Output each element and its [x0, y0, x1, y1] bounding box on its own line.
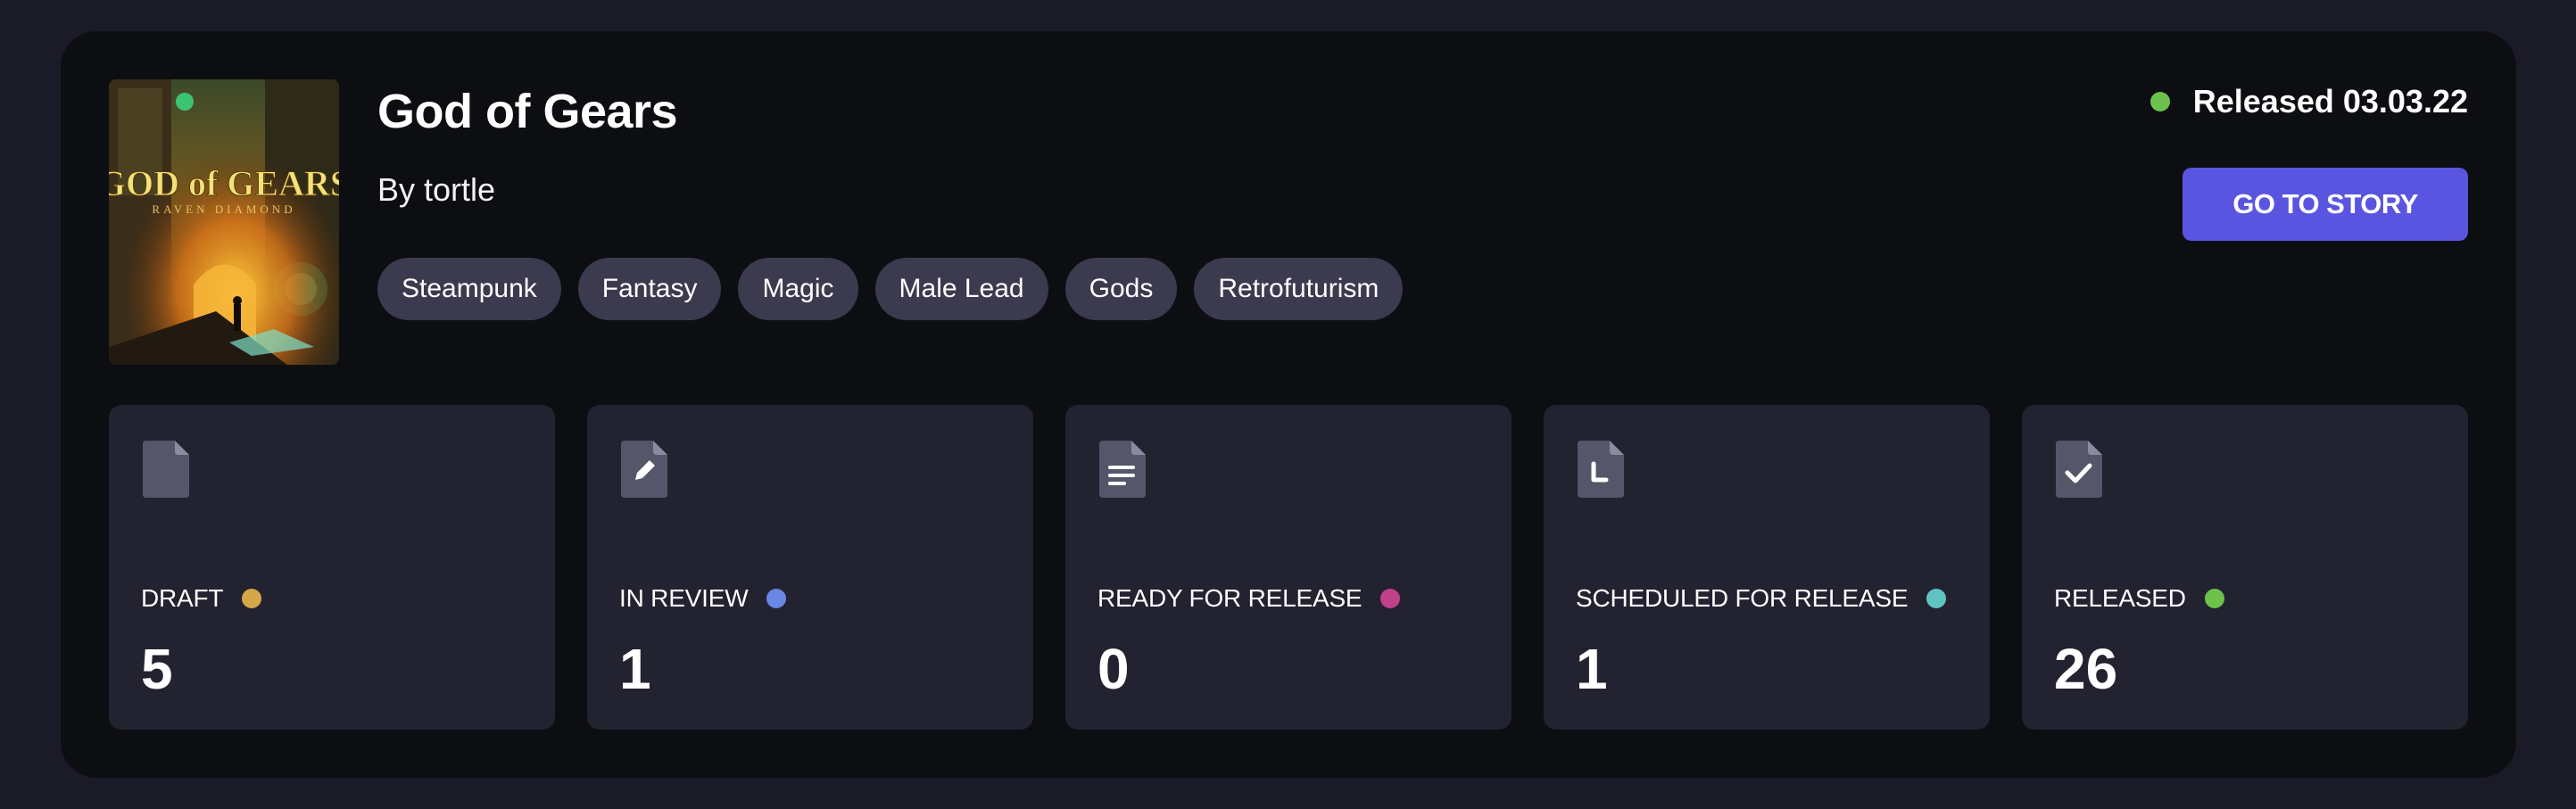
stat-count: 5 [141, 637, 173, 701]
cover-subtitle-text: RAVEN DIAMOND [152, 202, 295, 216]
stat-label: IN REVIEW [619, 584, 749, 612]
tag-chip[interactable]: Retrofuturism [1194, 258, 1404, 320]
tag-chip[interactable]: Magic [738, 258, 858, 320]
tag-chip[interactable]: Gods [1064, 258, 1178, 320]
stat-card-ready-for-release[interactable]: READY FOR RELEASE 0 [1065, 405, 1512, 730]
status-dot-icon [2149, 92, 2170, 111]
story-card: GOD of GEARS RAVEN DIAMOND God of Gears … [61, 31, 2516, 778]
stat-label: RELEASED [2054, 584, 2186, 612]
text-document-icon [1099, 441, 1146, 498]
stat-card-in-review[interactable]: IN REVIEW 1 [587, 405, 1033, 730]
status-dot-icon [2204, 589, 2224, 608]
blank-document-icon [143, 441, 189, 498]
check-document-icon [2056, 441, 2102, 498]
stat-label: DRAFT [141, 584, 224, 612]
story-author: By tortle [377, 171, 496, 208]
stat-card-draft[interactable]: DRAFT 5 [109, 405, 555, 730]
tag-list: Steampunk Fantasy Magic Male Lead Gods R… [377, 258, 1404, 320]
release-status: Released 03.03.22 [2149, 83, 2468, 120]
stat-count: 26 [2054, 637, 2118, 701]
stat-count: 0 [1097, 637, 1130, 701]
stat-count: 1 [619, 637, 651, 701]
tag-chip[interactable]: Steampunk [377, 258, 561, 320]
stat-count: 1 [1576, 637, 1608, 701]
story-cover-image[interactable]: GOD of GEARS RAVEN DIAMOND [109, 79, 339, 365]
release-status-text: Released 03.03.22 [2192, 83, 2468, 120]
edit-document-icon [621, 441, 667, 498]
chapter-status-stats: DRAFT 5 IN REVIEW 1 READY FOR RELEASE 0 … [109, 405, 2468, 730]
stat-label: READY FOR RELEASE [1097, 584, 1363, 612]
stat-card-scheduled-for-release[interactable]: SCHEDULED FOR RELEASE 1 [1544, 405, 1990, 730]
go-to-story-button[interactable]: GO TO STORY [2183, 168, 2468, 241]
clock-document-icon [1578, 441, 1624, 498]
stat-label: SCHEDULED FOR RELEASE [1576, 584, 1909, 612]
status-dot-icon [242, 589, 262, 608]
tag-chip[interactable]: Fantasy [577, 258, 722, 320]
tag-chip[interactable]: Male Lead [874, 258, 1048, 320]
status-dot-icon [766, 589, 787, 608]
status-dot-icon [1926, 589, 1947, 608]
status-dot-icon [1380, 589, 1401, 608]
cover-title-text: GOD of GEARS [109, 163, 339, 203]
stat-card-released[interactable]: RELEASED 26 [2022, 405, 2468, 730]
story-title: God of Gears [377, 85, 678, 138]
